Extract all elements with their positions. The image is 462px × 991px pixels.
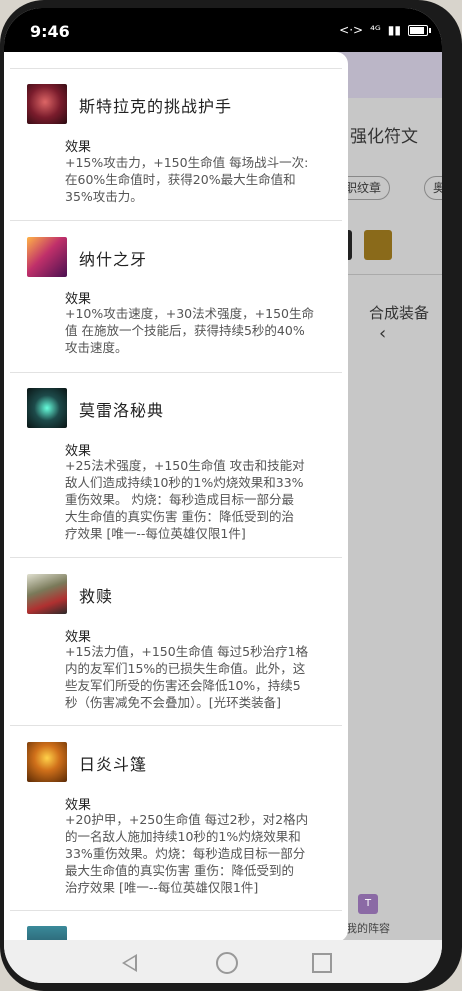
effect-line: 的一名敌人施加持续10秒的1%灼烧效果和 (65, 829, 301, 844)
background-chip-2[interactable]: 奥 (424, 176, 442, 200)
item-card[interactable]: 日炎斗篷 效果 +20护甲，+250生命值 每过2秒，对2格内 的一名敌人施加持… (10, 742, 342, 912)
back-icon[interactable] (122, 954, 137, 972)
screen: 9:46 <·> ⁴ᴳ ▮▮ 强化符文 转职纹章 奥 合成装备 ‹ T 我的阵容 (4, 8, 442, 983)
background-divider (344, 274, 442, 275)
effect-line: +10%攻击速度，+30法术强度，+150生命 (65, 306, 314, 321)
effect-text: +20护甲，+250生命值 每过2秒，对2格内 的一名敌人施加持续10秒的1%灼… (65, 811, 335, 896)
divider (10, 68, 342, 69)
item-header: 救赎 (10, 574, 342, 618)
effect-text: +15%攻击力，+150生命值 每场战斗一次: 在60%生命值时，获得20%最大… (65, 154, 335, 205)
signal-4g-icon: ⁴ᴳ (370, 23, 381, 37)
effect-line: +25法术强度，+150生命值 攻击和技能对 (65, 458, 305, 473)
effect-text: +10%攻击速度，+30法术强度，+150生命 值 在施放一个技能后，获得持续5… (65, 305, 335, 356)
effect-line: 重伤效果。 灼烧：每秒造成目标一部分最 (65, 492, 294, 507)
item-icon-redemption (27, 574, 67, 614)
item-header: 莫雷洛秘典 (10, 388, 342, 432)
effect-line: 治疗效果 [唯一--每位英雄仅限1件] (65, 880, 259, 895)
divider (10, 910, 342, 911)
background-item-icon-2[interactable] (364, 230, 392, 260)
item-list-drawer[interactable]: 斯特拉克的挑战护手 效果 +15%攻击力，+150生命值 每场战斗一次: 在60… (4, 52, 348, 942)
item-icon-sterak (27, 84, 67, 124)
item-card[interactable]: 纳什之牙 效果 +10%攻击速度，+30法术强度，+150生命 值 在施放一个技… (10, 237, 342, 377)
divider (10, 220, 342, 221)
background-title: 强化符文 (350, 127, 418, 147)
my-team-label[interactable]: 我的阵容 (346, 920, 390, 936)
item-icon-sunfire (27, 742, 67, 782)
effect-label: 效果 (65, 140, 92, 155)
effect-line: 在60%生命值时，获得20%最大生命值和 (65, 172, 296, 187)
effect-line: 最大生命值的真实伤害 重伤：降低受到的 (65, 863, 294, 878)
effect-line: 内的友军们15%的已损失生命值。此外，这 (65, 661, 306, 676)
effect-line: 秒（伤害减免不会叠加）。[光环类装备] (65, 695, 282, 710)
item-name: 斯特拉克的挑战护手 (79, 97, 233, 116)
item-name: 纳什之牙 (79, 250, 148, 269)
status-time: 9:46 (30, 22, 70, 41)
effect-text: +15法力值，+150生命值 每过5秒治疗1格 内的友军们15%的已损失生命值。… (65, 643, 335, 711)
phone-frame: 9:46 <·> ⁴ᴳ ▮▮ 强化符文 转职纹章 奥 合成装备 ‹ T 我的阵容 (0, 0, 462, 991)
effect-line: 些友军们所受的伤害还会降低10%，持续5 (65, 678, 301, 693)
cell-signal-icon: ▮▮ (387, 23, 401, 37)
my-team-icon[interactable]: T (358, 894, 378, 914)
effect-line: 35%攻击力。 (65, 189, 143, 204)
divider (10, 372, 342, 373)
effect-line: +15%攻击力，+150生命值 每场战斗一次: (65, 155, 309, 170)
item-icon-nashor (27, 237, 67, 277)
item-name: 日炎斗篷 (79, 755, 148, 774)
battery-icon (408, 24, 431, 36)
effect-line: 33%重伤效果。灼烧：每秒造成目标一部分 (65, 846, 306, 861)
effect-line: 大生命值的真实伤害 重伤：降低受到的治 (65, 509, 294, 524)
effect-line: +20护甲，+250生命值 每过2秒，对2格内 (65, 812, 309, 827)
divider (10, 557, 342, 558)
status-bar: 9:46 <·> ⁴ᴳ ▮▮ (4, 8, 442, 52)
effect-text: +25法术强度，+150生命值 攻击和技能对 敌人们造成持续10秒的1%灼烧效果… (65, 457, 335, 542)
status-icons: <·> ⁴ᴳ ▮▮ (339, 23, 431, 37)
item-icon-morello (27, 388, 67, 428)
item-header: 日炎斗篷 (10, 742, 342, 786)
system-nav-bar (4, 940, 442, 983)
data-transfer-icon: <·> (339, 23, 364, 37)
divider (10, 725, 342, 726)
effect-line: 攻击速度。 (65, 340, 128, 355)
background-synth-label[interactable]: 合成装备 ‹ (369, 302, 442, 344)
item-name: 莫雷洛秘典 (79, 401, 165, 420)
chevron-left-icon: ‹ (379, 323, 387, 344)
item-header: 纳什之牙 (10, 237, 342, 281)
recents-icon[interactable] (312, 953, 332, 973)
effect-line: 敌人们造成持续10秒的1%灼烧效果和33% (65, 475, 304, 490)
item-name: 救赎 (79, 587, 114, 606)
effect-line: 值 在施放一个技能后，获得持续5秒的40% (65, 323, 305, 338)
item-card[interactable]: 救赎 效果 +15法力值，+150生命值 每过5秒治疗1格 内的友军们15%的已… (10, 574, 342, 734)
synth-label-text: 合成装备 (369, 304, 430, 322)
effect-line: +15法力值，+150生命值 每过5秒治疗1格 (65, 644, 309, 659)
home-icon[interactable] (216, 952, 238, 974)
effect-line: 疗效果 [唯一--每位英雄仅限1件] (65, 526, 246, 541)
item-card[interactable]: 斯特拉克的挑战护手 效果 +15%攻击力，+150生命值 每场战斗一次: 在60… (10, 84, 342, 224)
item-header: 斯特拉克的挑战护手 (10, 84, 342, 128)
item-card[interactable]: 莫雷洛秘典 效果 +25法术强度，+150生命值 攻击和技能对 敌人们造成持续1… (10, 388, 342, 558)
